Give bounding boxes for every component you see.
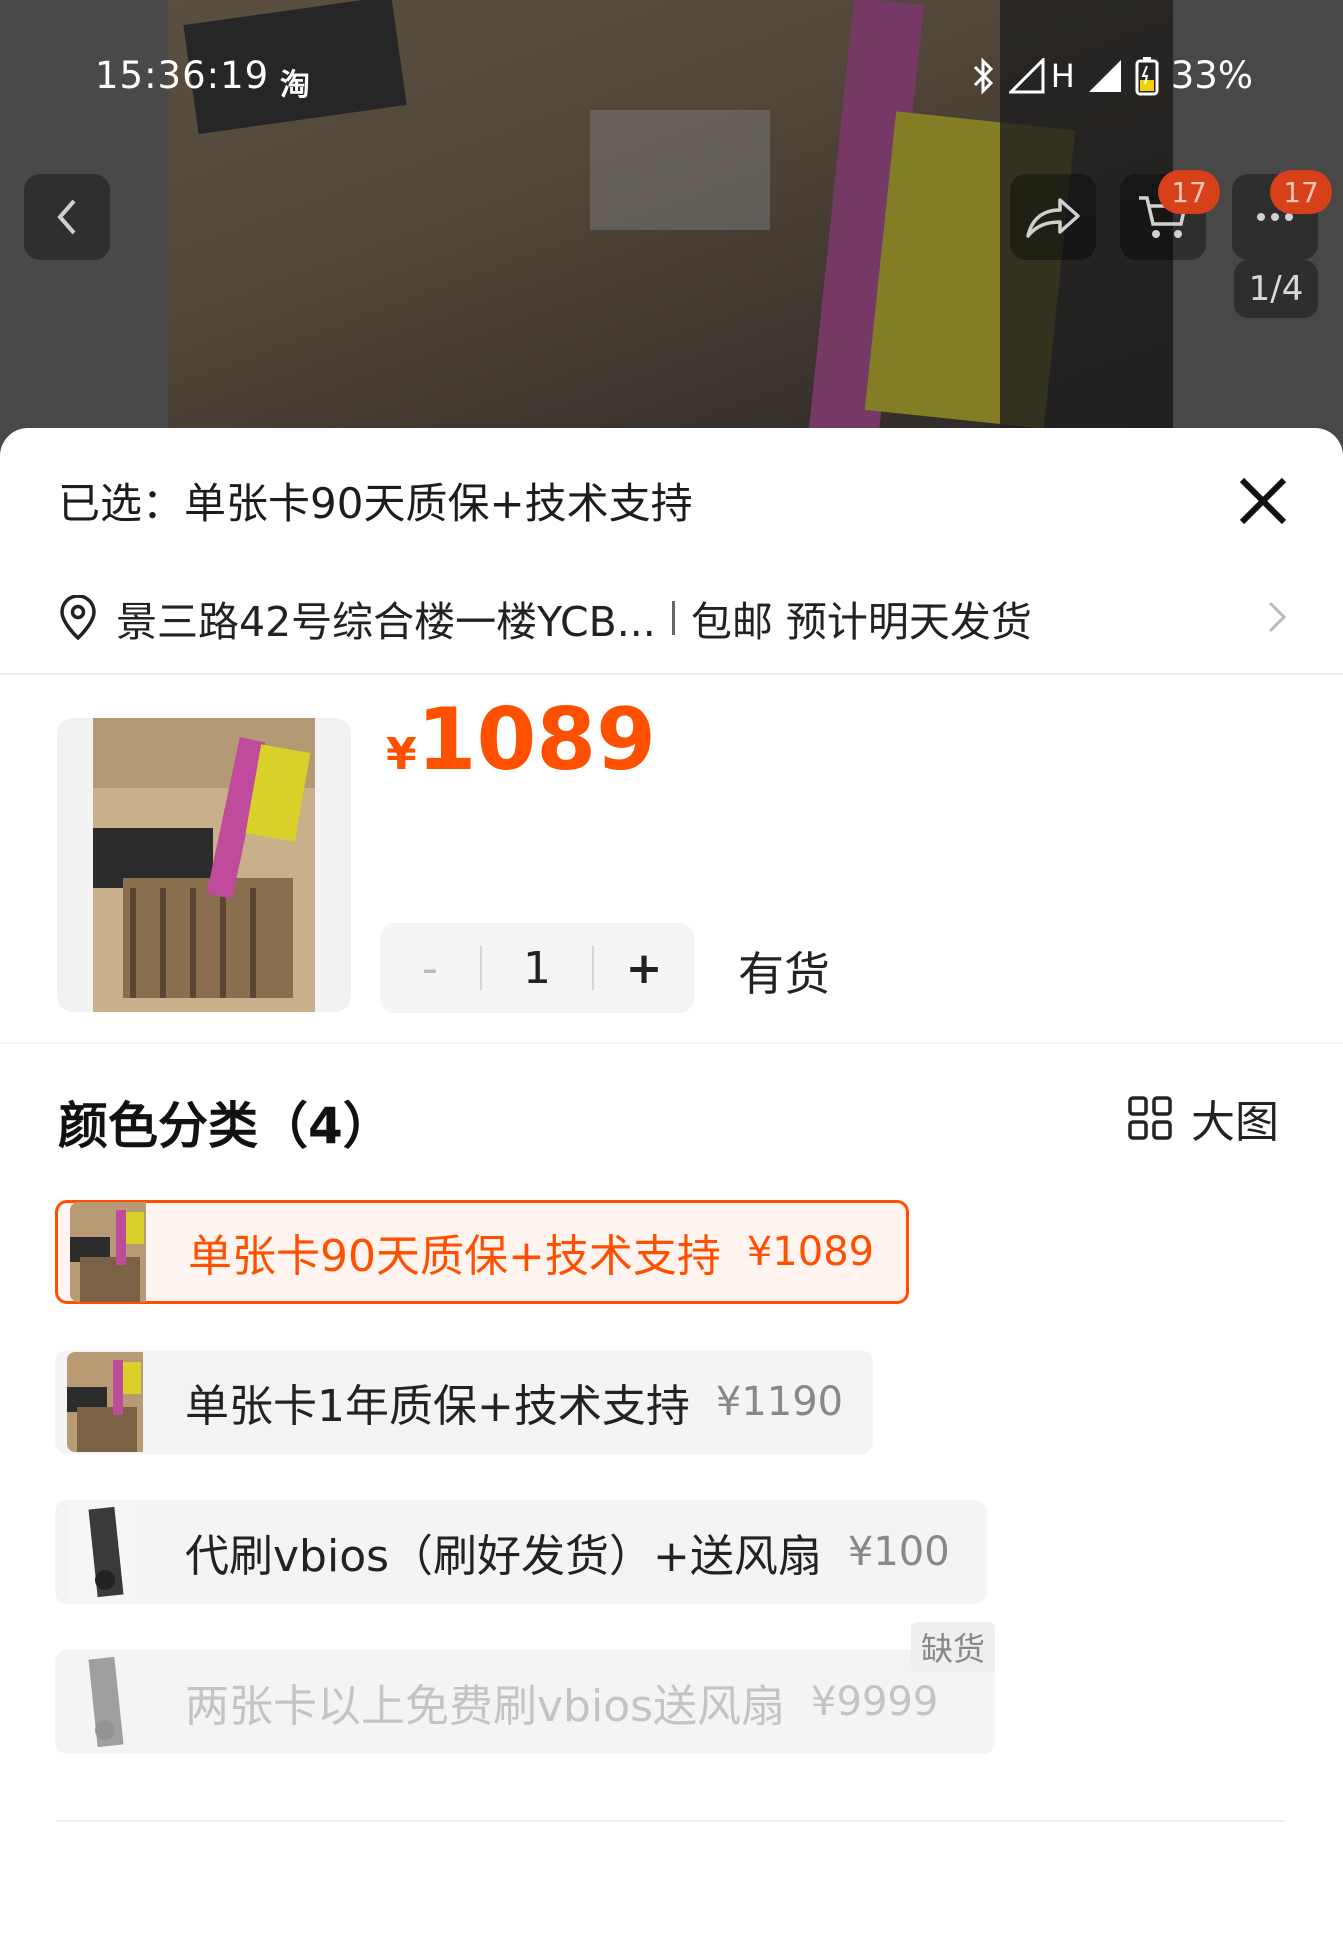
sku-option-label: 单张卡90天质保+技术支持 (188, 1231, 721, 1282)
sku-option-image (67, 1502, 143, 1602)
big-view-label: 大图 (1191, 1097, 1279, 1148)
sku-option-price: ¥9999 (811, 1679, 939, 1725)
share-button[interactable] (1010, 174, 1096, 260)
chevron-right-icon (1268, 601, 1287, 633)
sku-option-price: ¥1089 (746, 1229, 875, 1275)
network-type: H (1050, 56, 1075, 95)
battery-icon (1135, 56, 1159, 95)
signal-icon (1008, 57, 1045, 93)
divider (671, 601, 675, 635)
quantity-stepper: - 1 + (380, 923, 694, 1013)
sku-option-image (67, 1652, 143, 1752)
selected-sku-summary: 已选：单张卡90天质保+技术支持 (58, 479, 693, 528)
close-icon[interactable] (1232, 470, 1294, 532)
delivery-address-row[interactable]: 景三路42号综合楼一楼YCB... 包邮 预计明天发货 (58, 583, 1288, 653)
message-count-badge: 17 (1270, 170, 1332, 214)
product-thumbnail-image (93, 718, 315, 1012)
divider (0, 1042, 1343, 1044)
sku-option-label: 单张卡1年质保+技术支持 (185, 1381, 690, 1432)
sku-option-3[interactable]: 代刷vbios（刷好发货）+送风扇 ¥100 (55, 1500, 987, 1604)
shipping-info: 包邮 预计明天发货 (690, 598, 1032, 646)
sku-option-price: ¥1190 (715, 1379, 844, 1425)
sku-option-4[interactable]: 两张卡以上免费刷vbios送风扇 ¥9999 缺货 (55, 1622, 995, 1754)
increase-quantity-button[interactable]: + (594, 943, 694, 994)
sku-group-title: 颜色分类（4） (58, 1097, 393, 1155)
status-time: 15:36:19 (95, 54, 270, 97)
stock-status: 有货 (738, 947, 830, 1001)
sku-option-label: 两张卡以上免费刷vbios送风扇 (185, 1681, 786, 1732)
battery-percent: 33% (1170, 54, 1253, 97)
bluetooth-icon (973, 56, 993, 95)
cart-button[interactable]: 17 (1120, 170, 1220, 260)
more-button[interactable]: 17 (1232, 170, 1332, 260)
quantity-input[interactable]: 1 (482, 943, 592, 994)
sku-option-label: 代刷vbios（刷好发货）+送风扇 (185, 1531, 822, 1582)
share-icon (1026, 198, 1080, 238)
sold-out-badge: 缺货 (910, 1622, 995, 1672)
sku-option-1[interactable]: 单张卡90天质保+技术支持 ¥1089 (55, 1200, 909, 1304)
back-button[interactable] (24, 174, 110, 260)
image-page-indicator: 1/4 (1234, 260, 1318, 318)
decrease-quantity-button[interactable]: - (380, 943, 480, 994)
sku-price: ¥1089 (386, 690, 656, 790)
sku-selection-sheet: 已选：单张卡90天质保+技术支持 景三路42号综合楼一楼YCB... 包邮 预计… (0, 428, 1343, 1958)
location-pin-icon (60, 595, 96, 641)
divider (0, 673, 1343, 675)
signal-full-icon (1088, 59, 1121, 92)
grid-icon (1128, 1096, 1172, 1140)
divider (55, 1820, 1285, 1822)
chevron-left-icon (57, 199, 76, 235)
sku-option-price: ¥100 (847, 1529, 950, 1575)
big-view-toggle[interactable]: 大图 (1127, 1086, 1279, 1150)
sku-option-2[interactable]: 单张卡1年质保+技术支持 ¥1190 (55, 1350, 873, 1454)
sku-option-image (70, 1202, 146, 1302)
cart-count-badge: 17 (1158, 170, 1220, 214)
sku-thumbnail[interactable] (57, 718, 351, 1012)
status-bar: 15:36:19 淘 H 33% (0, 48, 1343, 108)
delivery-address: 景三路42号综合楼一楼YCB... (116, 598, 656, 646)
taobao-notification-icon: 淘 (280, 68, 310, 103)
sku-option-image (67, 1352, 143, 1452)
